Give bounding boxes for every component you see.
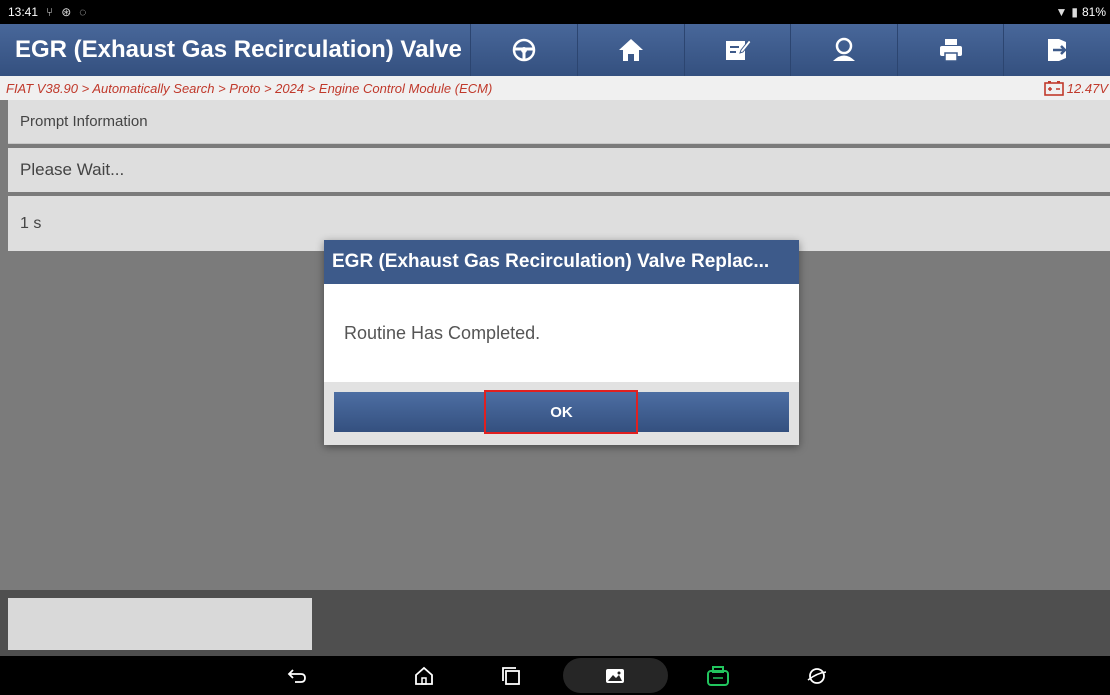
- exit-icon: [1048, 39, 1067, 61]
- page-title: EGR (Exhaust Gas Recirculation) Valve: [15, 36, 462, 63]
- highlight-box: [484, 390, 638, 434]
- status-bar: 13:41 ⑂ ⊛ ◌ ▼ ▮ 81%: [0, 0, 1110, 24]
- exit-button[interactable]: [1003, 24, 1110, 76]
- home-nav-icon[interactable]: [413, 665, 435, 687]
- breadcrumb-path: FIAT V38.90 > Automatically Search > Pro…: [6, 80, 493, 96]
- print-button[interactable]: [896, 24, 1004, 76]
- recent-apps-icon[interactable]: [500, 665, 522, 687]
- footer-info-box: [8, 598, 312, 650]
- prompt-message: Please Wait...: [8, 148, 1110, 192]
- home-button[interactable]: [576, 24, 684, 76]
- android-nav-bar: [0, 656, 1110, 695]
- steering-wheel-icon: [512, 38, 536, 62]
- dialog-message: Routine Has Completed.: [344, 322, 541, 343]
- battery-icon: ▮: [1071, 5, 1078, 19]
- voltage-value: 12.47V: [1066, 80, 1108, 96]
- vci-icon[interactable]: [706, 665, 730, 687]
- message-icon: ◌: [79, 5, 87, 19]
- breadcrumb: FIAT V38.90 > Automatically Search > Pro…: [0, 76, 1110, 100]
- user-icon: [832, 37, 855, 61]
- toolbar: EGR (Exhaust Gas Recirculation) Valve: [0, 24, 1110, 76]
- edit-icon: [726, 39, 752, 60]
- steering-wheel-button[interactable]: [470, 24, 577, 76]
- print-icon: [939, 39, 962, 62]
- voltage-indicator: 12.47V: [1043, 80, 1110, 96]
- bluetooth-icon: ⊛: [61, 5, 72, 19]
- gallery-icon[interactable]: [604, 665, 626, 687]
- user-button[interactable]: [790, 24, 897, 76]
- routine-complete-dialog: EGR (Exhaust Gas Recirculation) Valve Re…: [324, 240, 799, 445]
- prompt-header: Prompt Information: [8, 100, 1110, 144]
- edit-button[interactable]: [683, 24, 791, 76]
- browser-icon[interactable]: [806, 665, 828, 687]
- footer-bar: [0, 590, 1110, 656]
- home-icon: [618, 39, 643, 61]
- usb-icon: ⑂: [46, 5, 54, 19]
- back-icon[interactable]: [286, 665, 308, 687]
- battery-level: 81%: [1081, 5, 1106, 19]
- dialog-footer: OK: [324, 382, 799, 445]
- status-time: 13:41: [8, 5, 39, 19]
- wifi-icon: ▼: [1055, 5, 1068, 19]
- dialog-title: EGR (Exhaust Gas Recirculation) Valve Re…: [324, 240, 799, 284]
- battery-voltage-icon: [1043, 81, 1064, 96]
